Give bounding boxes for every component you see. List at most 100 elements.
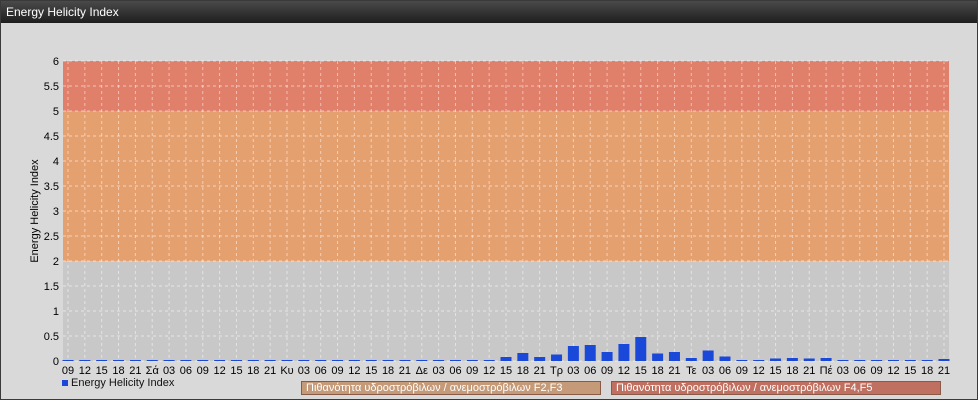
x-tick-label: 18 <box>651 365 663 377</box>
x-tick-label: 06 <box>315 365 327 377</box>
ehi-bar <box>433 360 445 361</box>
ehi-bar <box>803 358 815 361</box>
ehi-bar <box>62 360 74 361</box>
ehi-bar <box>786 358 798 361</box>
x-tick-label: 09 <box>736 365 748 377</box>
y-tick-label: 3 <box>53 206 59 218</box>
y-tick-label: 5 <box>53 106 59 118</box>
x-tick-label: 06 <box>719 365 731 377</box>
x-tick-label: 15 <box>96 365 108 377</box>
ehi-bar <box>500 357 512 361</box>
ehi-bar <box>264 360 276 361</box>
y-tick-label: 4.5 <box>44 131 59 143</box>
x-tick-label: 15 <box>769 365 781 377</box>
x-tick-label: 03 <box>567 365 579 377</box>
ehi-bar <box>230 360 242 361</box>
y-tick-label: 0 <box>53 356 59 368</box>
ehi-bar <box>837 360 849 361</box>
legend-band-f2-f3: Πιθανότητα υδροστρόβιλων / ανεμοστρόβιλω… <box>301 381 601 395</box>
x-tick-label: 03 <box>702 365 714 377</box>
ehi-bar <box>146 360 158 361</box>
y-tick-label: 5.5 <box>44 81 59 93</box>
ehi-bar <box>601 352 613 361</box>
ehi-bar <box>281 360 293 361</box>
ehi-bar <box>854 360 866 361</box>
ehi-bar <box>315 360 327 361</box>
x-tick-label: 03 <box>163 365 175 377</box>
x-tick-label: 12 <box>213 365 225 377</box>
y-axis-label: Energy Helicity Index <box>29 159 41 263</box>
x-tick-label: Κυ <box>280 365 293 377</box>
x-tick-label: Τρ <box>550 365 563 377</box>
x-tick-label: 03 <box>432 365 444 377</box>
x-tick-label: 21 <box>264 365 276 377</box>
x-tick-label: 12 <box>348 365 360 377</box>
x-tick-label: Πέ <box>820 365 833 377</box>
x-tick-label: Δε <box>416 365 428 377</box>
x-tick-label: 03 <box>837 365 849 377</box>
ehi-bar <box>96 360 108 361</box>
x-tick-label: 15 <box>500 365 512 377</box>
ehi-chart: 00.511.522.533.544.555.56 09 12 15 18 21 Σά 03… <box>29 56 950 389</box>
ehi-bar <box>517 353 529 361</box>
ehi-bar <box>904 360 916 361</box>
ehi-bar <box>113 360 125 361</box>
y-tick-label: 1 <box>53 306 59 318</box>
ehi-bar <box>753 360 765 361</box>
x-tick-label: 09 <box>601 365 613 377</box>
x-tick-label: 15 <box>230 365 242 377</box>
ehi-bar <box>618 344 630 361</box>
ehi-bar <box>247 360 259 361</box>
ehi-bar <box>79 360 91 361</box>
x-tick-label: 06 <box>584 365 596 377</box>
ehi-bar <box>365 360 377 361</box>
x-tick-label: 21 <box>938 365 950 377</box>
x-tick-label: 21 <box>399 365 411 377</box>
x-tick-label: 06 <box>854 365 866 377</box>
ehi-bar <box>399 360 411 361</box>
x-tick-label: 18 <box>382 365 394 377</box>
ehi-bar <box>483 360 495 361</box>
x-tick-label: 18 <box>112 365 124 377</box>
x-tick-label: 18 <box>247 365 259 377</box>
ehi-bar <box>416 360 428 361</box>
ehi-bar <box>332 360 344 361</box>
ehi-bar <box>551 354 563 361</box>
x-tick-label: 06 <box>180 365 192 377</box>
x-tick-label: 18 <box>517 365 529 377</box>
ehi-bar <box>382 360 394 361</box>
legend-label-ehi: Energy Helicity Index <box>71 377 175 389</box>
y-tick-label: 2.5 <box>44 231 59 243</box>
x-tick-label: 18 <box>921 365 933 377</box>
ehi-bar <box>449 360 461 361</box>
y-tick-labels: 0 0.5 1 1.5 2 2.5 3 3.5 4 4.5 5 5.5 6 <box>44 56 59 368</box>
chart-window: Energy Helicity Index 0 0.5 1 1.5 2 2.5 3 3.5 4 4… <box>0 0 978 400</box>
ehi-bar <box>635 337 647 361</box>
ehi-bar <box>163 360 175 361</box>
x-tick-label: 15 <box>635 365 647 377</box>
ehi-bar <box>702 350 714 361</box>
ehi-bar <box>719 356 731 361</box>
legend-swatch-ehi <box>62 380 68 386</box>
ehi-bar <box>685 358 697 361</box>
x-tick-label: 21 <box>668 365 680 377</box>
y-tick-label: 3.5 <box>44 181 59 193</box>
ehi-bar <box>534 357 546 361</box>
x-tick-label: 06 <box>449 365 461 377</box>
ehi-bar <box>466 360 478 361</box>
x-tick-label: 09 <box>870 365 882 377</box>
ehi-bar <box>921 360 933 361</box>
ehi-bar <box>197 360 209 361</box>
x-tick-label: Σά <box>146 365 160 377</box>
legend-band-f4-f5: Πιθανότητα υδροστρόβιλων / ανεμοστρόβιλω… <box>611 381 941 395</box>
x-tick-label: 15 <box>904 365 916 377</box>
x-tick-label: 21 <box>803 365 815 377</box>
x-tick-label: 03 <box>298 365 310 377</box>
x-tick-label: 12 <box>887 365 899 377</box>
x-tick-label: 21 <box>534 365 546 377</box>
x-tick-label: 12 <box>483 365 495 377</box>
x-tick-label: 15 <box>365 365 377 377</box>
y-tick-label: 0.5 <box>44 331 59 343</box>
x-tick-label: 12 <box>79 365 91 377</box>
y-tick-label: 1.5 <box>44 281 59 293</box>
